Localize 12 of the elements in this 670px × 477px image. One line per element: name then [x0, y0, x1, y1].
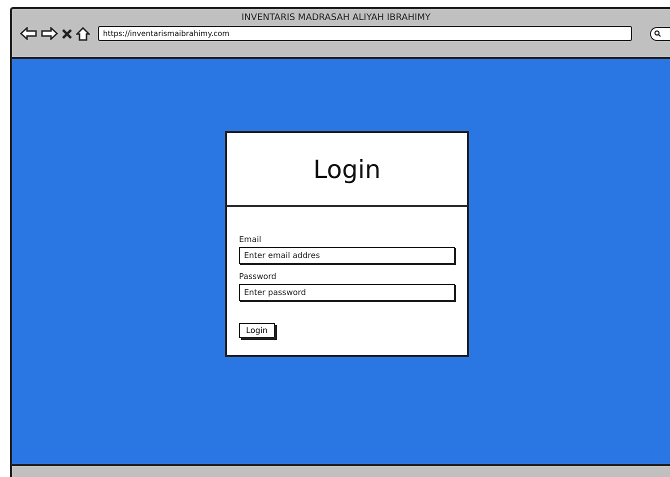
window-title: INVENTARIS MADRASAH ALIYAH IBRAHIMY	[240, 12, 432, 23]
input-field[interactable]: Enter email addres	[239, 247, 455, 264]
field-label: Password	[239, 272, 278, 281]
login-title: Login	[227, 133, 467, 207]
forward-icon[interactable]	[41, 27, 58, 40]
input-field[interactable]: Enter password	[239, 284, 455, 301]
back-icon[interactable]	[20, 27, 37, 40]
home-icon[interactable]	[76, 26, 90, 40]
close-icon[interactable]	[62, 28, 72, 38]
login-button[interactable]: Login	[239, 323, 275, 338]
field-label: Email	[239, 235, 262, 244]
search-icon	[654, 30, 661, 37]
